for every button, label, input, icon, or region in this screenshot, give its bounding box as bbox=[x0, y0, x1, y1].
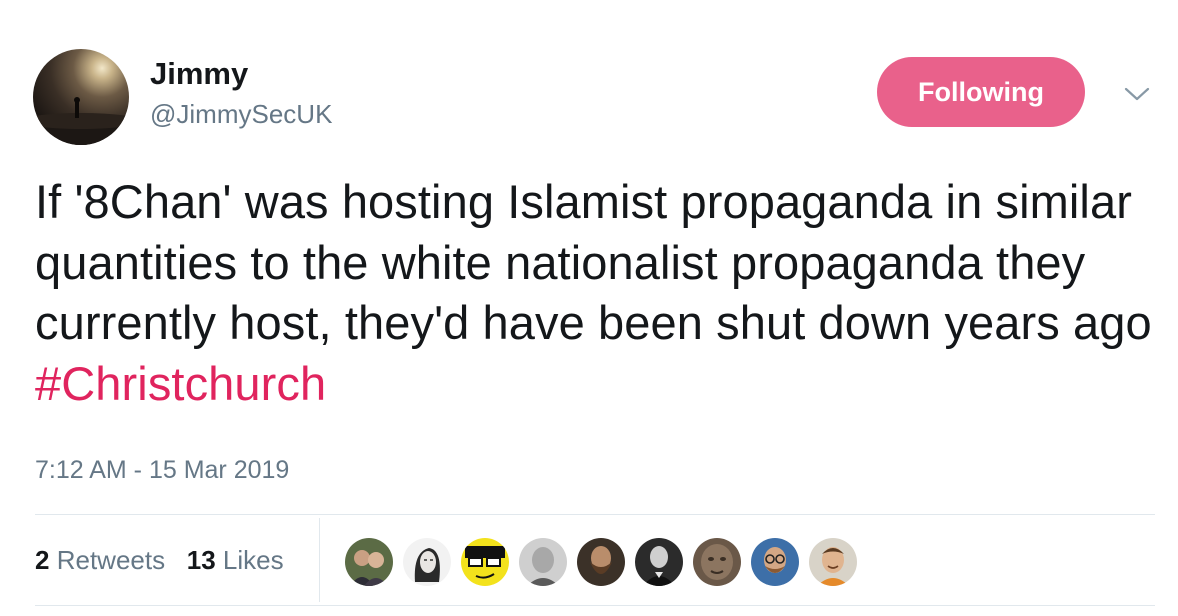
likes-count: 13 bbox=[186, 545, 216, 575]
author-handle[interactable]: @JimmySecUK bbox=[150, 98, 332, 130]
liker-avatar-glasses[interactable] bbox=[751, 538, 799, 586]
retweets-count: 2 bbox=[35, 545, 50, 575]
liker-avatar-smiling[interactable] bbox=[809, 538, 857, 586]
liker-avatar-sketch[interactable] bbox=[403, 538, 451, 586]
author-avatar[interactable] bbox=[33, 49, 129, 145]
chevron-down-icon[interactable] bbox=[1123, 84, 1151, 104]
liker-avatar-cartoon[interactable] bbox=[461, 538, 509, 586]
divider bbox=[35, 514, 1155, 515]
avatar-image-icon bbox=[33, 97, 129, 145]
liker-avatar-bearded[interactable] bbox=[577, 538, 625, 586]
liker-avatar-couple[interactable] bbox=[345, 538, 393, 586]
retweets-label: Retweets bbox=[56, 545, 166, 575]
tweet-text: If '8Chan' was hosting Islamist propagan… bbox=[35, 172, 1155, 414]
suit-man-icon bbox=[635, 538, 683, 586]
author-name[interactable]: Jimmy bbox=[150, 56, 248, 92]
liker-avatar-man[interactable] bbox=[519, 538, 567, 586]
liker-avatar-suit[interactable] bbox=[635, 538, 683, 586]
cartoon-face-icon bbox=[461, 538, 509, 586]
likes-stat[interactable]: 13 Likes bbox=[187, 545, 284, 575]
stats-separator bbox=[319, 518, 320, 602]
liker-avatar-statue[interactable] bbox=[693, 538, 741, 586]
divider bbox=[35, 605, 1155, 606]
tweet-timestamp[interactable]: 7:12 AM - 15 Mar 2019 bbox=[35, 455, 289, 485]
smiling-man-icon bbox=[809, 538, 857, 586]
couple-photo-icon bbox=[345, 538, 393, 586]
man-portrait-icon bbox=[519, 538, 567, 586]
following-button-label[interactable]: Following bbox=[877, 57, 1085, 127]
tweet-text-body: If '8Chan' was hosting Islamist propagan… bbox=[35, 175, 1152, 349]
statue-face-icon bbox=[693, 538, 741, 586]
retweets-stat[interactable]: 2 Retweets bbox=[35, 545, 165, 575]
hashtag-link[interactable]: #Christchurch bbox=[35, 357, 326, 410]
likes-label: Likes bbox=[222, 545, 284, 575]
tweet-stats: 2 Retweets 13 Likes bbox=[35, 545, 284, 575]
bearded-man-icon bbox=[577, 538, 625, 586]
glasses-man-icon bbox=[751, 538, 799, 586]
sketch-portrait-icon bbox=[403, 538, 451, 586]
